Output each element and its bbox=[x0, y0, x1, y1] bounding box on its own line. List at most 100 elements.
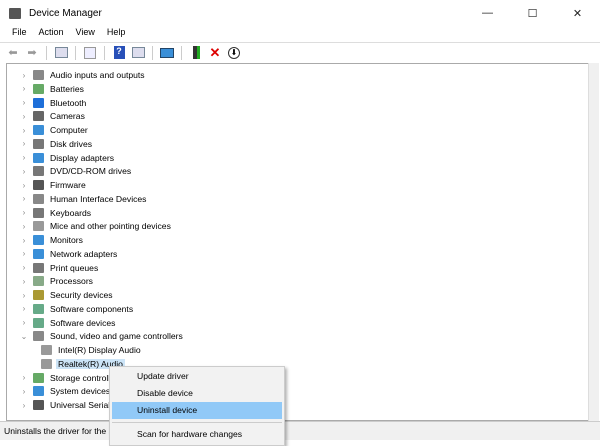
expand-icon[interactable]: › bbox=[19, 277, 29, 286]
expand-icon[interactable]: › bbox=[19, 71, 29, 80]
tree-item-label: Software devices bbox=[50, 317, 116, 328]
tree-item[interactable]: Intel(R) Display Audio bbox=[37, 344, 143, 357]
device-icon bbox=[33, 111, 44, 122]
tree-item[interactable]: › Software components bbox=[19, 302, 135, 315]
device-icon bbox=[33, 235, 44, 245]
tree-item[interactable]: › System devices bbox=[19, 385, 112, 398]
tree-item[interactable]: › Processors bbox=[19, 275, 95, 288]
device-icon bbox=[33, 386, 44, 397]
context-menu-item[interactable]: Scan for hardware changes bbox=[112, 426, 282, 443]
expand-icon[interactable]: › bbox=[19, 222, 29, 231]
expand-icon[interactable]: › bbox=[19, 112, 29, 121]
tree-item-label: Network adapters bbox=[50, 248, 118, 259]
expand-icon[interactable]: › bbox=[19, 249, 29, 258]
tree-item-label: Display adapters bbox=[50, 152, 115, 163]
tree-item[interactable]: › Mice and other pointing devices bbox=[19, 220, 173, 233]
tree-item-label: Bluetooth bbox=[50, 97, 87, 108]
uninstall-icon[interactable]: ✕ bbox=[207, 45, 223, 61]
expand-icon[interactable]: › bbox=[19, 291, 29, 300]
expand-icon[interactable]: › bbox=[19, 401, 29, 410]
tree-item[interactable]: › Print queues bbox=[19, 261, 100, 274]
tree-item[interactable]: › Network adapters bbox=[19, 247, 119, 260]
expand-icon[interactable]: › bbox=[19, 387, 29, 396]
refresh-icon[interactable] bbox=[82, 45, 98, 61]
tree-item[interactable]: › Security devices bbox=[19, 289, 115, 302]
tree-item[interactable]: › Bluetooth bbox=[19, 96, 88, 109]
device-tree[interactable]: › Audio inputs and outputs › Batteries › Blue… bbox=[6, 63, 588, 421]
device-icon bbox=[41, 345, 52, 355]
menu-separator bbox=[112, 422, 282, 423]
show-hidden-icon[interactable] bbox=[130, 45, 146, 61]
expand-icon[interactable]: › bbox=[19, 84, 29, 93]
update-driver-icon[interactable] bbox=[188, 45, 204, 61]
device-icon bbox=[33, 97, 44, 108]
tree-item[interactable]: › Keyboards bbox=[19, 206, 93, 219]
tree-item[interactable]: › Batteries bbox=[19, 82, 86, 95]
status-bar: Uninstalls the driver for the selected d… bbox=[0, 421, 600, 440]
tree-item-label: Intel(R) Display Audio bbox=[58, 345, 141, 355]
device-icon bbox=[33, 152, 44, 163]
tree-item[interactable]: › Human Interface Devices bbox=[19, 192, 148, 205]
tree-item-label: Processors bbox=[50, 276, 93, 287]
forward-icon[interactable]: ➡ bbox=[24, 45, 40, 61]
menu-file[interactable]: File bbox=[6, 26, 33, 42]
close-button[interactable]: ✕ bbox=[555, 0, 600, 26]
tree-item[interactable]: › Display adapters bbox=[19, 151, 116, 164]
tree-item[interactable]: › Audio inputs and outputs bbox=[19, 69, 147, 82]
expand-icon[interactable]: › bbox=[19, 263, 29, 272]
tree-item[interactable]: › DVD/CD-ROM drives bbox=[19, 165, 133, 178]
device-icon bbox=[33, 317, 44, 328]
expand-icon[interactable]: › bbox=[19, 304, 29, 313]
properties-icon[interactable] bbox=[53, 45, 69, 61]
device-icon bbox=[33, 400, 44, 410]
expand-icon[interactable]: › bbox=[19, 236, 29, 245]
tree-item[interactable]: › Firmware bbox=[19, 179, 88, 192]
device-icon bbox=[33, 138, 44, 149]
device-icon bbox=[33, 207, 44, 218]
device-icon bbox=[33, 166, 44, 177]
toolbar: ⬅ ➡ ? ✕ ⬇ bbox=[0, 42, 600, 62]
tree-item-label: Audio inputs and outputs bbox=[50, 70, 145, 80]
expand-icon[interactable]: › bbox=[19, 167, 29, 176]
device-icon bbox=[33, 180, 44, 190]
expand-icon[interactable]: › bbox=[19, 181, 29, 190]
device-icon bbox=[33, 331, 44, 342]
device-icon bbox=[33, 70, 44, 80]
tree-item[interactable]: ⌄ Sound, video and game controllers bbox=[19, 330, 185, 343]
tree-item-label: System devices bbox=[50, 386, 111, 397]
back-icon[interactable]: ⬅ bbox=[5, 45, 21, 61]
context-menu-item[interactable]: Uninstall device bbox=[112, 402, 282, 419]
context-menu-item[interactable]: Disable device bbox=[112, 385, 282, 402]
collapse-icon[interactable]: ⌄ bbox=[19, 332, 29, 341]
tree-item[interactable]: › Disk drives bbox=[19, 137, 94, 150]
expand-icon[interactable]: › bbox=[19, 373, 29, 382]
scan-icon[interactable] bbox=[159, 45, 175, 61]
tree-item-label: Keyboards bbox=[50, 207, 92, 218]
expand-icon[interactable]: › bbox=[19, 126, 29, 135]
download-icon[interactable]: ⬇ bbox=[226, 45, 242, 61]
menu-action[interactable]: Action bbox=[33, 26, 70, 42]
tree-item-label: Print queues bbox=[50, 262, 99, 273]
menu-view[interactable]: View bbox=[70, 26, 101, 42]
expand-icon[interactable]: › bbox=[19, 208, 29, 217]
expand-icon[interactable]: › bbox=[19, 194, 29, 203]
maximize-button[interactable]: ☐ bbox=[510, 0, 555, 26]
help-icon[interactable]: ? bbox=[111, 45, 127, 61]
device-icon bbox=[33, 221, 44, 232]
tree-item[interactable]: › Computer bbox=[19, 124, 90, 137]
device-icon bbox=[33, 372, 44, 383]
expand-icon[interactable]: › bbox=[19, 318, 29, 327]
tree-item-label: Disk drives bbox=[50, 138, 93, 149]
menu-help[interactable]: Help bbox=[101, 26, 132, 42]
tree-item[interactable]: › Software devices bbox=[19, 316, 117, 329]
expand-icon[interactable]: › bbox=[19, 139, 29, 148]
tree-item[interactable]: › Cameras bbox=[19, 110, 87, 123]
tree-item-label: Batteries bbox=[50, 83, 84, 94]
expand-icon[interactable]: › bbox=[19, 98, 29, 107]
tree-item[interactable]: › Monitors bbox=[19, 234, 85, 247]
minimize-button[interactable]: — bbox=[465, 0, 510, 26]
vertical-scrollbar[interactable] bbox=[588, 63, 599, 421]
device-icon bbox=[33, 276, 44, 287]
expand-icon[interactable]: › bbox=[19, 153, 29, 162]
context-menu-item[interactable]: Update driver bbox=[112, 368, 282, 385]
